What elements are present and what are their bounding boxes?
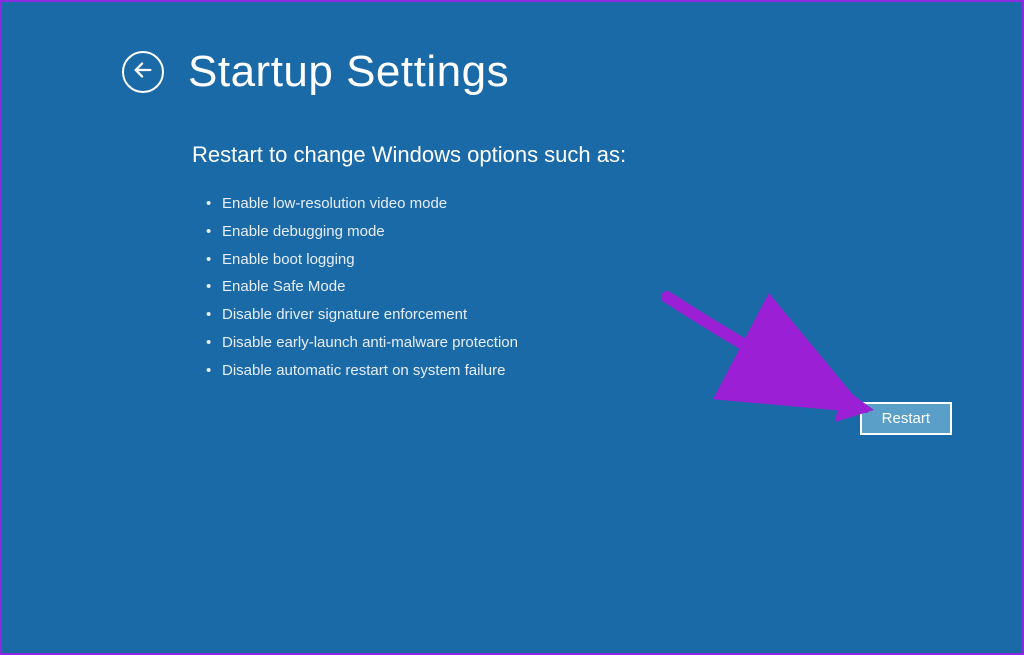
- list-item: Enable low-resolution video mode: [206, 190, 1022, 218]
- list-item: Disable early-launch anti-malware protec…: [206, 329, 1022, 357]
- content-area: Restart to change Windows options such a…: [2, 97, 1022, 384]
- header: Startup Settings: [2, 2, 1022, 97]
- list-item: Enable debugging mode: [206, 218, 1022, 246]
- subtitle: Restart to change Windows options such a…: [192, 142, 1022, 168]
- list-item: Disable driver signature enforcement: [206, 301, 1022, 329]
- back-arrow-icon: [132, 59, 154, 86]
- list-item: Enable boot logging: [206, 246, 1022, 274]
- restart-button[interactable]: Restart: [860, 402, 952, 435]
- list-item: Enable Safe Mode: [206, 273, 1022, 301]
- back-button[interactable]: [122, 51, 164, 93]
- options-list: Enable low-resolution video mode Enable …: [192, 190, 1022, 384]
- page-title: Startup Settings: [188, 47, 509, 97]
- list-item: Disable automatic restart on system fail…: [206, 357, 1022, 385]
